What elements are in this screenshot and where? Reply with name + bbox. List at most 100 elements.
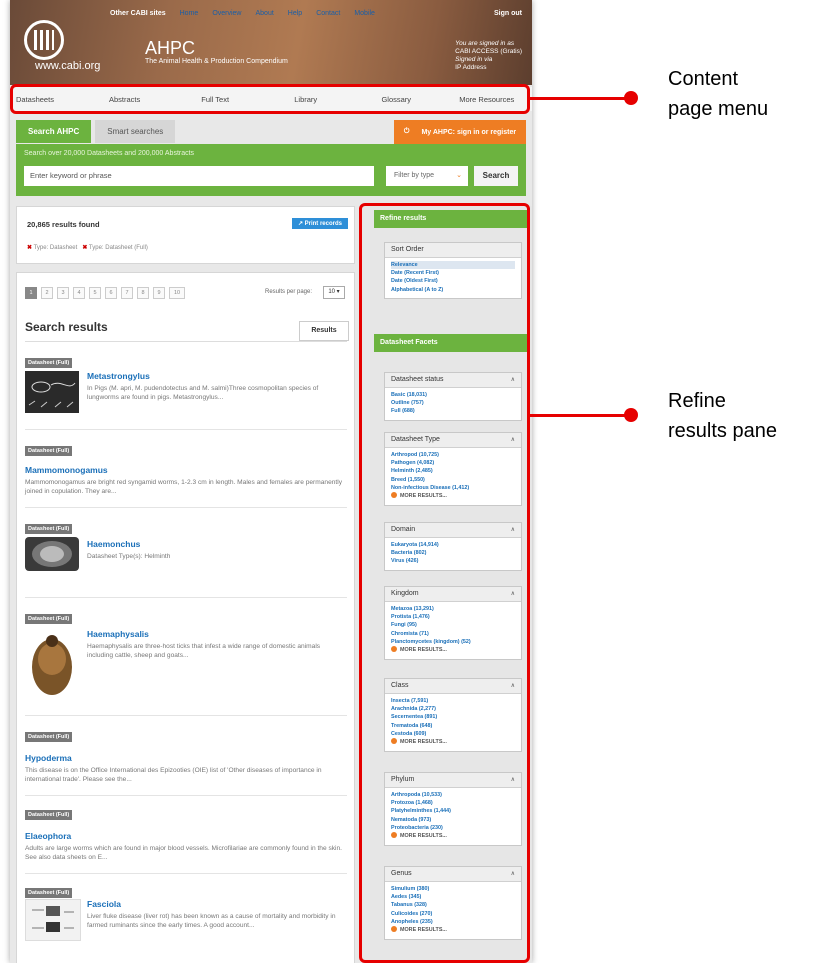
- result-item: Datasheet (Full) Haemaphysalis Haemaphys…: [25, 607, 347, 716]
- print-icon: ↗: [297, 221, 303, 227]
- chevron-down-icon: ⌄: [456, 172, 462, 179]
- active-filter-type-datasheet-full: Type: Datasheet (Full): [88, 245, 148, 251]
- annotation-line: page menu: [668, 98, 769, 120]
- power-icon: ⏻: [403, 128, 410, 135]
- search-bar: Search over 20,000 Datasheets and 200,00…: [16, 144, 526, 196]
- signed-in-account: CABI ACCESS (Gratis): [455, 48, 522, 55]
- page-2[interactable]: 2: [41, 287, 53, 299]
- filter-label: Filter by type: [394, 172, 435, 179]
- top-nav-overview[interactable]: Overview: [212, 10, 241, 17]
- result-title-link[interactable]: Metastrongylus: [87, 371, 347, 381]
- result-tag: Datasheet (Full): [25, 810, 73, 820]
- app-title: AHPC: [145, 38, 196, 58]
- search-button[interactable]: Search: [474, 166, 518, 186]
- result-item: Datasheet (Full) Metastrongylus In Pigs …: [25, 351, 347, 430]
- search-hint: Search over 20,000 Datasheets and 200,00…: [24, 150, 195, 157]
- result-item: Datasheet (Full) Mammomonogamus Mammomon…: [25, 439, 347, 508]
- page-5[interactable]: 5: [89, 287, 101, 299]
- result-description: Liver fluke disease (liver rot) has been…: [87, 913, 336, 929]
- result-tag: Datasheet (Full): [25, 614, 73, 624]
- signed-in-info: You are signed in as CABI ACCESS (Gratis…: [455, 40, 522, 72]
- result-description: In Pigs (M. apri, M. pudendotectus and M…: [87, 385, 319, 401]
- result-title-link[interactable]: Mammomonogamus: [25, 465, 347, 475]
- result-thumbnail[interactable]: [25, 899, 81, 941]
- signed-in-via-line: Signed in via: [455, 56, 493, 63]
- search-tabs: Search AHPC Smart searches: [16, 120, 176, 143]
- top-nav-mobile[interactable]: Mobile: [354, 10, 375, 17]
- page-7[interactable]: 7: [121, 287, 133, 299]
- page-3[interactable]: 3: [57, 287, 69, 299]
- remove-filter-icon[interactable]: ✖: [82, 245, 87, 251]
- page-10[interactable]: 10: [169, 287, 185, 299]
- page-4[interactable]: 4: [73, 287, 85, 299]
- top-nav-other-cabi-sites[interactable]: Other CABI sites: [110, 10, 166, 17]
- my-ahpc-button[interactable]: ⏻ My AHPC: sign in or register: [394, 120, 526, 144]
- top-nav-help[interactable]: Help: [288, 10, 302, 17]
- signed-in-method: IP Address: [455, 64, 487, 71]
- search-input[interactable]: Enter keyword or phrase: [24, 166, 374, 186]
- page-9[interactable]: 9: [153, 287, 165, 299]
- annotation-line: results pane: [668, 420, 777, 442]
- top-nav-about[interactable]: About: [256, 10, 274, 17]
- result-thumbnail[interactable]: [25, 629, 79, 699]
- result-description: This disease is on the Office Internatio…: [25, 767, 322, 783]
- top-nav-contact[interactable]: Contact: [316, 10, 340, 17]
- app-subtitle: The Animal Health & Production Compendiu…: [145, 58, 288, 65]
- divider: [25, 507, 347, 508]
- divider: [25, 795, 347, 796]
- result-title-link[interactable]: Haemaphysalis: [87, 629, 347, 639]
- signed-in-line: You are signed in as: [455, 40, 515, 47]
- remove-filter-icon[interactable]: ✖: [27, 245, 32, 251]
- page-6[interactable]: 6: [105, 287, 117, 299]
- result-description: Adults are large worms which are found i…: [25, 845, 343, 861]
- print-label: Print records: [304, 221, 342, 227]
- result-title-link[interactable]: Haemonchus: [87, 539, 347, 549]
- divider: [25, 873, 347, 874]
- results-summary: 20,865 results found ↗ Print records ✖ T…: [16, 206, 355, 264]
- worm-diagram-icon: [28, 381, 76, 408]
- search-results-heading: Search results: [25, 320, 108, 334]
- content-menu-annotation: Content page menu: [668, 64, 768, 124]
- result-tag: Datasheet (Full): [25, 446, 73, 456]
- divider: [25, 429, 347, 430]
- content-menu-highlight: [10, 84, 530, 114]
- results-per-page-value: 10: [328, 289, 335, 295]
- pagination: 1 2 3 4 5 6 7 8 9 10: [25, 287, 185, 299]
- caret-down-icon: ▾: [336, 289, 340, 295]
- result-description: Haemaphysalis are three-host ticks that …: [87, 643, 321, 659]
- result-title-link[interactable]: Fasciola: [87, 899, 347, 909]
- top-nav-home[interactable]: Home: [180, 10, 199, 17]
- refine-pane-callout-line: [530, 414, 630, 417]
- result-tag: Datasheet (Full): [25, 732, 73, 742]
- filter-by-type-select[interactable]: Filter by type ⌄: [386, 166, 468, 186]
- results-panel: 1 2 3 4 5 6 7 8 9 10 Results per page: 1…: [16, 272, 355, 963]
- tab-search-ahpc[interactable]: Search AHPC: [16, 120, 92, 143]
- result-item: Datasheet (Full) Haemonchus Datasheet Ty…: [25, 517, 347, 598]
- results-tab[interactable]: Results: [299, 321, 349, 341]
- result-thumbnail[interactable]: [25, 537, 79, 571]
- page-1[interactable]: 1: [25, 287, 37, 299]
- site-header: Other CABI sites Home Overview About Hel…: [10, 0, 532, 85]
- content-menu-callout-dot: [624, 91, 638, 105]
- page-8[interactable]: 8: [137, 287, 149, 299]
- result-tag: Datasheet (Full): [25, 358, 73, 368]
- results-per-page-select[interactable]: 10 ▾: [323, 286, 345, 299]
- lifecycle-diagram-icon: [32, 906, 74, 932]
- content-menu-callout-line: [530, 97, 630, 100]
- result-item: Datasheet (Full) Fasciola Liver fluke di…: [25, 881, 347, 941]
- refine-pane-highlight: [359, 203, 530, 963]
- logo-url: www.cabi.org: [35, 60, 101, 72]
- annotation-line: Content: [668, 68, 739, 90]
- result-item: Datasheet (Full) Hypoderma This disease …: [25, 725, 347, 796]
- sign-out-link[interactable]: Sign out: [494, 10, 522, 17]
- print-records-button[interactable]: ↗ Print records: [291, 218, 348, 229]
- result-thumbnail[interactable]: [25, 371, 79, 413]
- refine-pane-callout-dot: [624, 408, 638, 422]
- cabi-logo-bars-icon: [34, 30, 54, 50]
- divider: [25, 715, 347, 716]
- top-nav: Other CABI sites Home Overview About Hel…: [110, 10, 375, 17]
- tab-smart-searches[interactable]: Smart searches: [95, 120, 176, 143]
- active-filter-type-datasheet: Type: Datasheet: [33, 245, 78, 251]
- result-title-link[interactable]: Hypoderma: [25, 753, 347, 763]
- result-title-link[interactable]: Elaeophora: [25, 831, 347, 841]
